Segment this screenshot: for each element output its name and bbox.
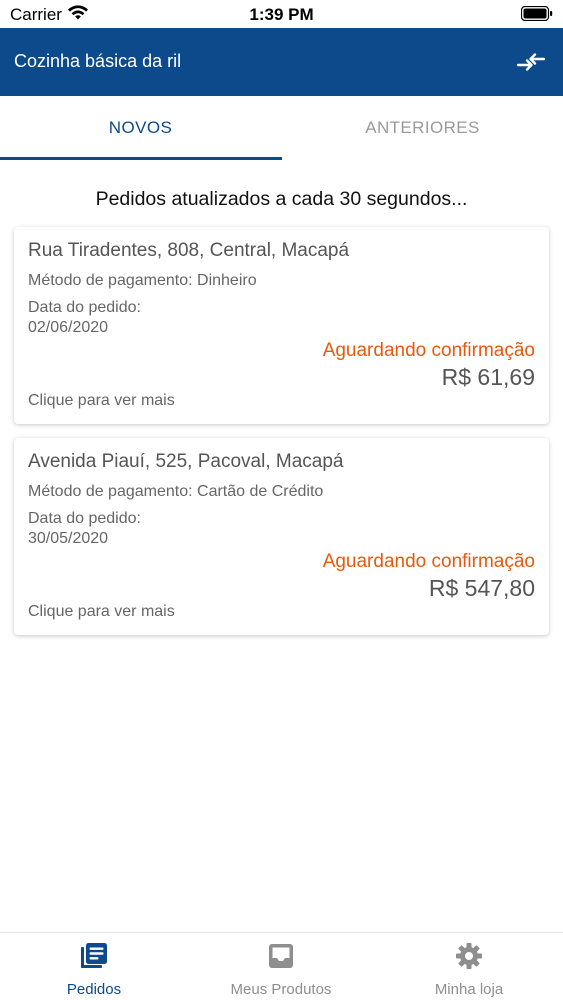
order-card[interactable]: Rua Tiradentes, 808, Central, Macapá Mét… xyxy=(14,227,549,424)
battery-icon xyxy=(520,5,553,22)
tab-novos[interactable]: NOVOS xyxy=(0,96,281,160)
gear-icon xyxy=(375,941,563,971)
status-bar: Carrier 1:39 PM xyxy=(0,0,563,28)
order-card[interactable]: Avenida Piauí, 525, Pacoval, Macapá Méto… xyxy=(14,438,549,635)
active-tab-indicator xyxy=(0,157,282,160)
tab-bar-item-pedidos[interactable]: Pedidos xyxy=(0,933,188,1000)
app-header: Cozinha básica da ril xyxy=(0,28,563,96)
switch-arrows-icon[interactable] xyxy=(515,46,547,78)
tab-bar-label: Meus Produtos xyxy=(230,981,332,998)
tab-bar-item-meus-produtos[interactable]: Meus Produtos xyxy=(187,933,375,1000)
clock-time: 1:39 PM xyxy=(249,5,314,24)
order-total: R$ 61,69 xyxy=(441,364,535,390)
refresh-note: Pedidos atualizados a cada 30 segundos..… xyxy=(95,188,468,210)
order-status: Aguardando confirmação xyxy=(322,551,535,572)
order-tabs: NOVOS ANTERIORES xyxy=(0,96,563,160)
tab-anteriores[interactable]: ANTERIORES xyxy=(282,96,563,160)
order-address: Avenida Piauí, 525, Pacoval, Macapá xyxy=(28,451,344,472)
bottom-tab-bar: Pedidos Meus Produtos Minha loja xyxy=(0,932,563,1000)
order-total: R$ 547,80 xyxy=(428,575,535,601)
see-more-link[interactable]: Clique para ver mais xyxy=(28,603,175,621)
order-status: Aguardando confirmação xyxy=(322,340,535,361)
order-date-label: Data do pedido: xyxy=(28,299,141,316)
tab-bar-item-minha-loja[interactable]: Minha loja xyxy=(375,933,563,1000)
order-payment-method: Método de pagamento: Cartão de Crédito xyxy=(28,483,324,500)
order-date: 02/06/2020 xyxy=(28,319,109,336)
order-payment-method: Método de pagamento: Dinheiro xyxy=(28,272,257,289)
tab-bar-label: Pedidos xyxy=(66,981,122,998)
order-address: Rua Tiradentes, 808, Central, Macapá xyxy=(28,240,350,261)
see-more-link[interactable]: Clique para ver mais xyxy=(28,392,175,410)
inbox-icon xyxy=(187,941,375,971)
orders-list-icon xyxy=(0,941,188,971)
order-date-label: Data do pedido: xyxy=(28,510,141,527)
order-date: 30/05/2020 xyxy=(28,530,109,547)
tab-bar-label: Minha loja xyxy=(434,981,504,998)
store-name: Cozinha básica da ril xyxy=(14,51,182,71)
